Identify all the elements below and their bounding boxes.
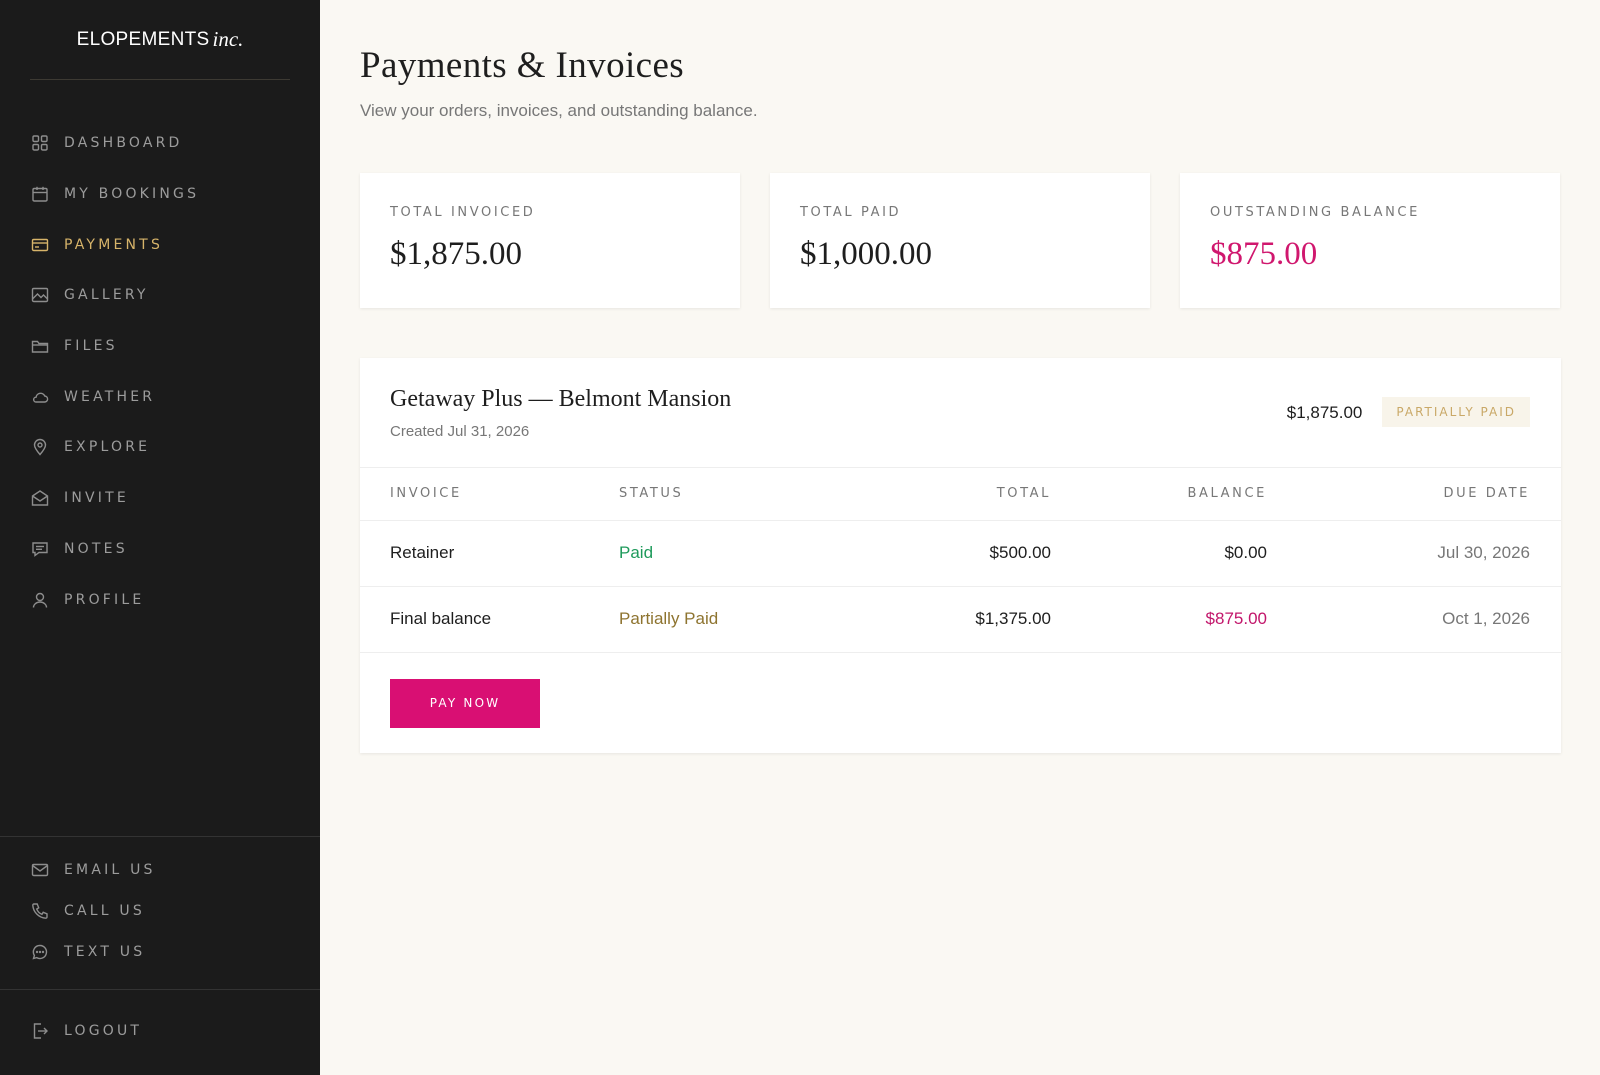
mail-icon [31,861,49,879]
order-title: Getaway Plus — Belmont Mansion [390,386,732,412]
brand-script: inc. [212,27,244,51]
image-icon [31,286,49,304]
cell-invoice: Retainer [360,520,619,587]
stat-label: TOTAL INVOICED [390,205,536,220]
order-info: Getaway Plus — Belmont Mansion Created J… [390,386,731,467]
nav-label: FILES [64,338,118,355]
stat-card-outstanding-balance: OUTSTANDING BALANCE $875.00 [1180,173,1560,308]
stat-value: $1,000.00 [800,236,932,272]
nav-label: PAYMENTS [64,236,164,253]
nav-item-payments[interactable]: PAYMENTS [0,219,320,270]
order-card: Getaway Plus — Belmont Mansion Created J… [360,358,1561,753]
brand-name: ELOPEMENTS [76,28,210,50]
nav-item-files[interactable]: FILES [0,321,320,372]
cell-due-date: Jul 30, 2026 [1267,520,1561,587]
column-header-total: TOTAL [849,468,1051,521]
stats-row: TOTAL INVOICED $1,875.00 TOTAL PAID $1,0… [360,173,1561,308]
cell-invoice: Final balance [360,586,619,653]
cloud-icon [31,388,49,406]
column-header-status: STATUS [619,468,849,521]
nav-label: WEATHER [64,388,156,405]
nav-label: PROFILE [64,591,145,608]
message-square-icon [31,540,49,558]
contact-text-us[interactable]: TEXT US [0,931,320,972]
nav-item-profile[interactable]: PROFILE [0,574,320,625]
table-header-row: INVOICE STATUS TOTAL BALANCE DUE DATE [360,468,1561,521]
invoice-table: INVOICE STATUS TOTAL BALANCE DUE DATE Re… [360,468,1561,653]
cell-balance: $0.00 [1051,520,1267,587]
cell-due-date: Oct 1, 2026 [1267,586,1561,653]
order-created-date: Created Jul 31, 2026 [390,423,530,440]
nav-label: EXPLORE [64,439,151,456]
calendar-icon [31,185,49,203]
phone-icon [31,902,49,920]
cell-balance: $875.00 [1051,586,1267,653]
map-pin-icon [31,438,49,457]
user-icon [31,591,49,609]
column-header-balance: BALANCE [1051,468,1267,521]
envelope-open-icon [31,489,49,507]
credit-card-icon [31,236,49,254]
contact-label: CALL US [64,903,145,920]
brand-logo[interactable]: ELOPEMENTS inc. [30,0,290,80]
contact-call-us[interactable]: CALL US [0,891,320,932]
contact-section: EMAIL US CALL US TEXT US [0,836,320,972]
nav-item-dashboard[interactable]: DASHBOARD [0,118,320,169]
page-title: Payments & Invoices [360,45,685,86]
stat-label: OUTSTANDING BALANCE [1210,205,1420,220]
contact-label: TEXT US [64,943,146,960]
app-root: ELOPEMENTS inc. DASHBOARD MY BOOKINGS PAY… [0,0,1600,1075]
contact-email-us[interactable]: EMAIL US [0,850,320,891]
order-total: $1,875.00 [1286,403,1363,422]
nav-label: INVITE [64,490,129,507]
page-subtitle: View your orders, invoices, and outstand… [360,101,758,120]
table-row[interactable]: Retainer Paid $500.00 $0.00 Jul 30, 2026 [360,520,1561,587]
nav-label: NOTES [64,540,128,557]
order-footer: PAY NOW [360,653,1561,753]
nav-label: MY BOOKINGS [64,186,200,203]
cell-total: $500.00 [849,520,1051,587]
folder-icon [31,337,49,355]
nav-label: DASHBOARD [64,135,183,152]
column-header-invoice: INVOICE [360,468,619,521]
order-header: Getaway Plus — Belmont Mansion Created J… [360,358,1561,468]
cell-status: Partially Paid [619,586,849,653]
nav-item-explore[interactable]: EXPLORE [0,422,320,473]
nav-item-my-bookings[interactable]: MY BOOKINGS [0,169,320,220]
nav-label: GALLERY [64,287,149,304]
pay-now-button[interactable]: PAY NOW [390,678,540,728]
stat-value: $875.00 [1210,236,1318,272]
stat-value: $1,875.00 [390,236,522,272]
main-content: Payments & Invoices View your orders, in… [320,0,1600,1075]
order-summary: $1,875.00 PARTIALLY PAID [1287,386,1530,467]
sidebar: ELOPEMENTS inc. DASHBOARD MY BOOKINGS PAY… [0,0,320,1075]
chat-bubble-icon [31,943,49,961]
nav-item-weather[interactable]: WEATHER [0,371,320,422]
logout-icon [31,1022,49,1040]
status-badge: PARTIALLY PAID [1382,397,1530,427]
stat-label: TOTAL PAID [800,205,902,220]
nav-item-gallery[interactable]: GALLERY [0,270,320,321]
column-header-due-date: DUE DATE [1267,468,1561,521]
nav-item-invite[interactable]: INVITE [0,473,320,524]
stat-card-total-paid: TOTAL PAID $1,000.00 [770,173,1150,308]
logout-button[interactable]: LOGOUT [0,1006,320,1056]
cell-status: Paid [619,520,849,587]
logout-label: LOGOUT [64,1023,143,1039]
logout-section: LOGOUT [0,989,320,1056]
stat-card-total-invoiced: TOTAL INVOICED $1,875.00 [360,173,740,308]
table-row[interactable]: Final balance Partially Paid $1,375.00 $… [360,586,1561,653]
nav-item-notes[interactable]: NOTES [0,524,320,575]
cell-total: $1,375.00 [849,586,1051,653]
grid-icon [31,134,49,152]
contact-label: EMAIL US [64,862,156,879]
main-nav: DASHBOARD MY BOOKINGS PAYMENTS GALLERY F… [0,118,320,625]
